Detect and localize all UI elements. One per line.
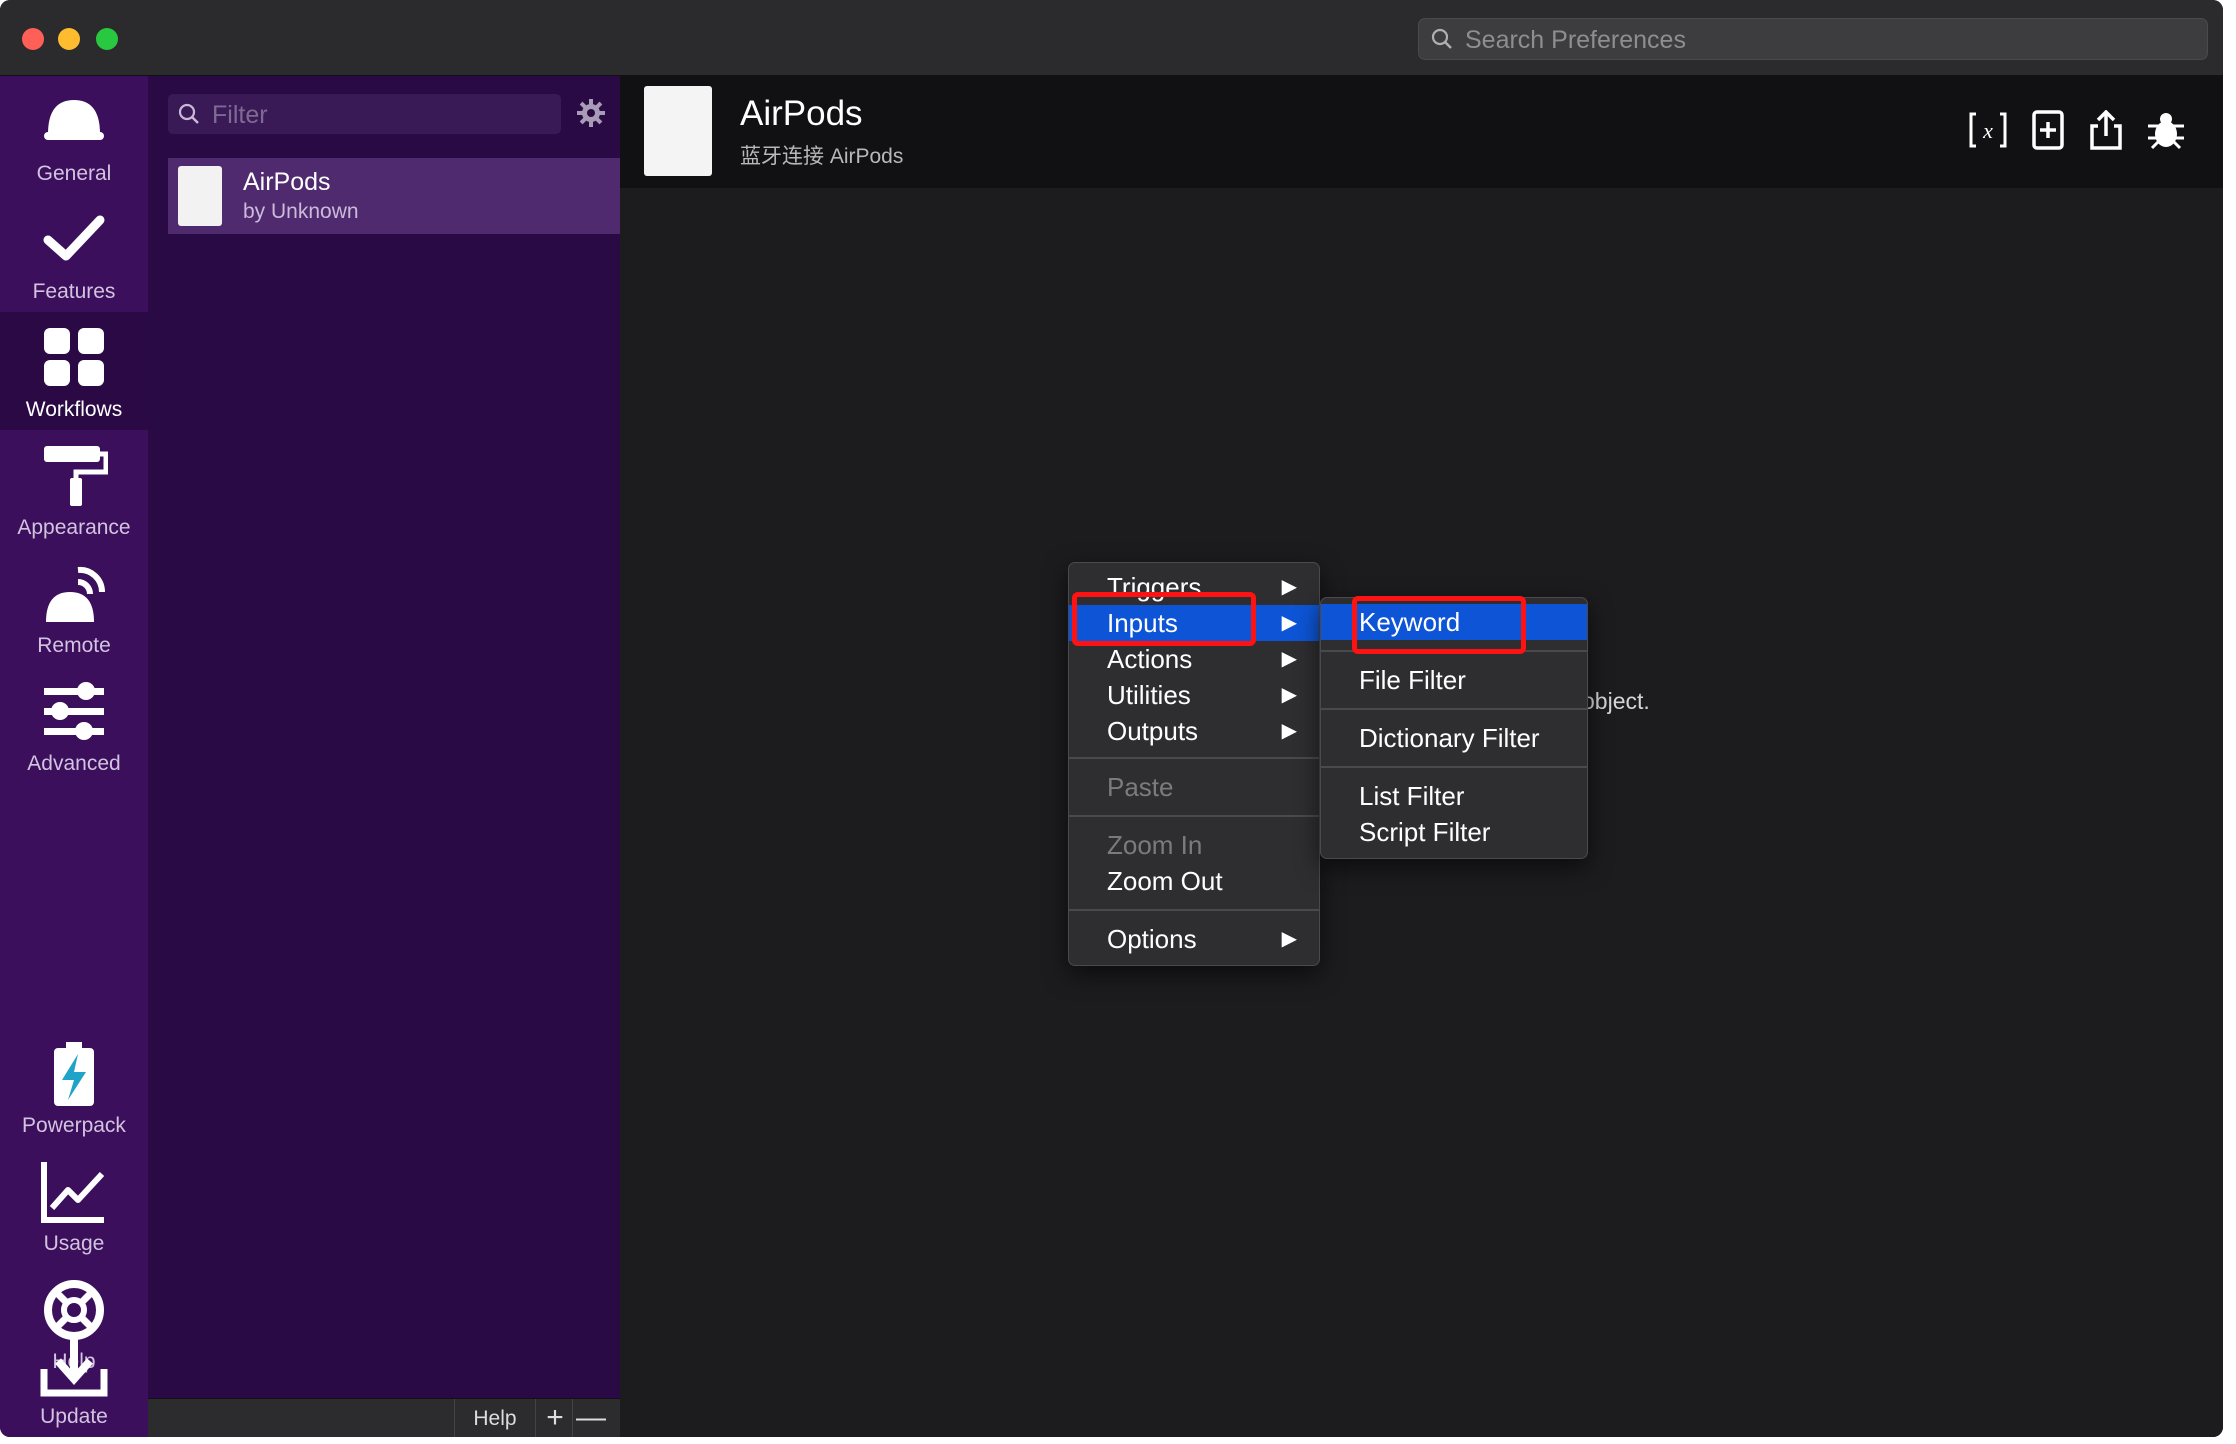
- remote-icon: [46, 566, 106, 622]
- download-icon: [40, 1335, 108, 1397]
- menu-separator: [1321, 708, 1587, 710]
- submenu-arrow-icon: ▶: [1281, 720, 1297, 742]
- search-preferences-field[interactable]: [1418, 18, 2208, 61]
- debug-bug-icon[interactable]: [2146, 110, 2186, 150]
- menu-separator: [1069, 815, 1319, 817]
- nav-label: Powerpack: [22, 1114, 126, 1137]
- battery-bolt-icon: [54, 1042, 94, 1106]
- airpods-icon: [644, 86, 712, 176]
- sliders-icon: [44, 682, 104, 740]
- filter-field[interactable]: [168, 94, 561, 136]
- menu-item-zoom-out[interactable]: Zoom Out: [1069, 863, 1319, 899]
- paint-roller-icon: [44, 446, 108, 506]
- nav-item-powerpack[interactable]: Powerpack: [0, 1028, 148, 1146]
- variables-icon[interactable]: x: [1968, 110, 2008, 150]
- nav-item-usage[interactable]: Usage: [0, 1146, 148, 1264]
- nav-label: Advanced: [27, 752, 121, 775]
- workflow-header: AirPods 蓝牙连接 AirPods x: [620, 76, 2223, 188]
- submenu-arrow-icon: ▶: [1281, 612, 1297, 634]
- add-object-icon[interactable]: [2030, 110, 2066, 150]
- nav-label: Remote: [37, 634, 111, 657]
- menu-item-options[interactable]: Options ▶: [1069, 921, 1319, 957]
- highlight-annotation-inputs: [1072, 592, 1256, 646]
- add-workflow-button[interactable]: +: [538, 1399, 573, 1437]
- nav-label: Appearance: [17, 516, 131, 539]
- nav-item-appearance[interactable]: Appearance: [0, 430, 148, 548]
- close-button[interactable]: [22, 28, 44, 50]
- title-bar: [0, 0, 2223, 76]
- menu-separator: [1069, 757, 1319, 759]
- submenu-arrow-icon: ▶: [1281, 684, 1297, 706]
- menu-item-utilities[interactable]: Utilities ▶: [1069, 677, 1319, 713]
- bell-icon: [44, 100, 104, 140]
- menu-item-dictionary-filter[interactable]: Dictionary Filter: [1321, 720, 1587, 756]
- svg-text:x: x: [1982, 118, 1993, 143]
- menu-item-script-filter[interactable]: Script Filter: [1321, 814, 1587, 850]
- menu-item-actions[interactable]: Actions ▶: [1069, 641, 1319, 677]
- chart-icon: [41, 1162, 105, 1223]
- grid-icon: [44, 328, 104, 386]
- help-button[interactable]: Help: [454, 1399, 536, 1437]
- nav-item-update[interactable]: Update: [0, 1319, 148, 1437]
- nav-label: Usage: [43, 1232, 105, 1255]
- nav-label: Update: [40, 1405, 108, 1428]
- gear-icon[interactable]: [576, 98, 606, 128]
- window-edge: [2223, 190, 2236, 1400]
- menu-item-list-filter[interactable]: List Filter: [1321, 778, 1587, 814]
- sidebar-nav: General Features Workflows Appearance Re…: [0, 76, 148, 1437]
- nav-item-features[interactable]: Features: [0, 194, 148, 312]
- airpods-icon: [178, 166, 222, 226]
- nav-item-general[interactable]: General: [0, 76, 148, 194]
- nav-item-workflows[interactable]: Workflows: [0, 312, 148, 430]
- highlight-annotation-keyword: [1352, 596, 1526, 654]
- menu-separator: [1321, 766, 1587, 768]
- menu-item-paste: Paste: [1107, 772, 1174, 802]
- share-icon[interactable]: [2088, 110, 2124, 150]
- nav-item-advanced[interactable]: Advanced: [0, 666, 148, 784]
- nav-label: Features: [32, 280, 116, 303]
- nav-label: Workflows: [25, 398, 123, 421]
- workflow-subtitle: 蓝牙连接 AirPods: [740, 145, 904, 168]
- list-bottom-bar: Help + —: [148, 1398, 620, 1437]
- canvas-hint-text: object.: [1582, 688, 1650, 714]
- zoom-button[interactable]: [96, 28, 118, 50]
- menu-item-file-filter[interactable]: File Filter: [1321, 662, 1587, 698]
- workflow-list-panel: AirPods by Unknown: [148, 76, 620, 1400]
- submenu-arrow-icon: ▶: [1281, 576, 1297, 598]
- search-icon: [178, 103, 199, 124]
- workflow-item-author: by Unknown: [243, 200, 359, 223]
- nav-label: General: [36, 162, 112, 185]
- workflow-item-title: AirPods: [243, 168, 331, 196]
- menu-separator: [1069, 909, 1319, 911]
- search-preferences-input[interactable]: [1463, 19, 2187, 61]
- alfred-preferences-window: General Features Workflows Appearance: [0, 0, 2223, 1437]
- menu-item-outputs[interactable]: Outputs ▶: [1069, 713, 1319, 749]
- checkmark-icon: [43, 215, 105, 261]
- workflow-title: AirPods: [740, 94, 863, 133]
- menu-item-zoom-in: Zoom In: [1107, 830, 1203, 860]
- nav-item-remote[interactable]: Remote: [0, 548, 148, 666]
- minimize-button[interactable]: [58, 28, 80, 50]
- filter-input[interactable]: [210, 94, 554, 136]
- submenu-arrow-icon: ▶: [1281, 648, 1297, 670]
- submenu-arrow-icon: ▶: [1281, 928, 1297, 950]
- remove-workflow-button[interactable]: —: [574, 1399, 608, 1437]
- workflow-list-item[interactable]: AirPods by Unknown: [168, 158, 620, 234]
- search-icon: [1431, 28, 1452, 49]
